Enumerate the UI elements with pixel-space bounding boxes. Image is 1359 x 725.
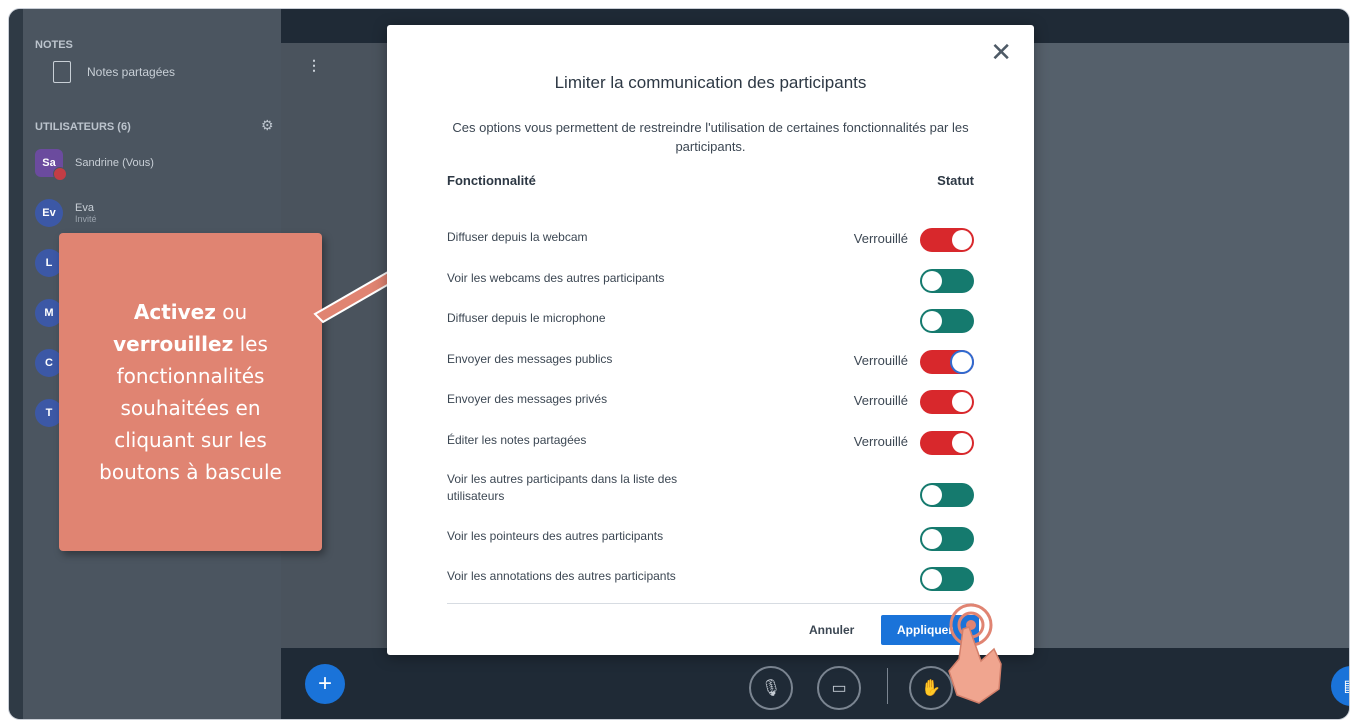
app-window: NOTES Notes partagées UTILISATEURS (6) ⚙… (8, 8, 1350, 720)
pointer-hand-icon (948, 603, 1002, 704)
